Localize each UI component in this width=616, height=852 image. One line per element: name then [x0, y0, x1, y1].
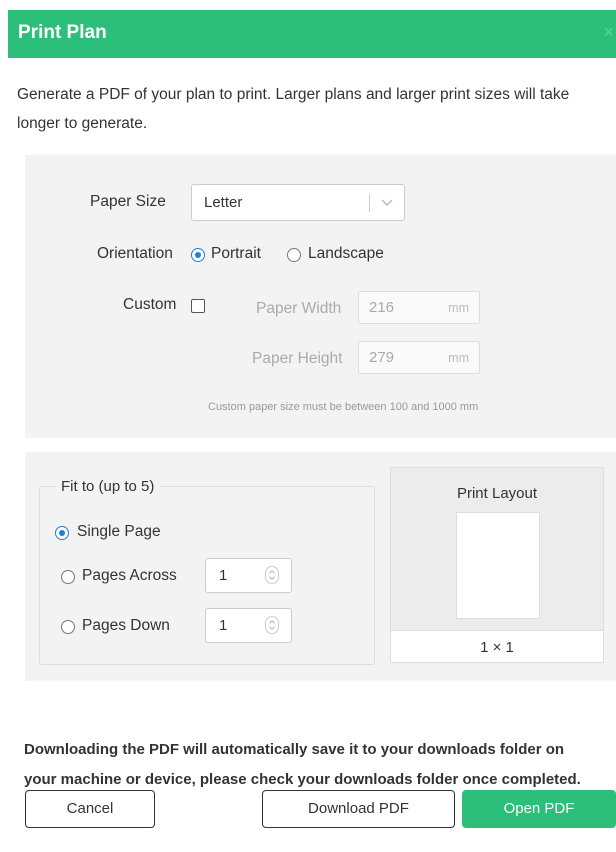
dialog-title: Print Plan [18, 22, 107, 43]
stepper-arrows-icon[interactable] [265, 566, 279, 584]
landscape-radio[interactable] [287, 248, 301, 262]
pages-down-radio[interactable] [61, 620, 75, 634]
paper-width-unit: mm [448, 301, 469, 315]
chevron-down-icon [381, 199, 393, 207]
paper-height-unit: mm [448, 351, 469, 365]
cancel-button[interactable]: Cancel [25, 790, 155, 828]
single-page-label[interactable]: Single Page [77, 523, 161, 541]
custom-label: Custom [123, 296, 177, 313]
paper-width-label: Paper Width [256, 300, 342, 317]
pages-across-stepper[interactable]: 1 [205, 558, 292, 593]
pages-across-radio[interactable] [61, 570, 75, 584]
select-separator [369, 194, 370, 212]
open-pdf-button[interactable]: Open PDF [462, 790, 616, 828]
paper-height-input[interactable]: 279 mm [358, 341, 480, 374]
paper-height-value: 279 [369, 349, 395, 366]
pages-down-label[interactable]: Pages Down [82, 617, 170, 635]
paper-size-select[interactable]: Letter [191, 184, 405, 221]
download-pdf-button[interactable]: Download PDF [262, 790, 455, 828]
paper-size-value: Letter [204, 194, 243, 211]
print-layout-grid-label: 1 × 1 [390, 630, 604, 663]
print-layout-title: Print Layout [456, 485, 538, 502]
paper-height-label: Paper Height [252, 350, 343, 367]
portrait-label[interactable]: Portrait [211, 245, 261, 263]
paper-size-hint: Custom paper size must be between 100 an… [208, 401, 479, 413]
paper-width-value: 216 [369, 299, 395, 316]
pages-across-value: 1 [219, 567, 228, 584]
pages-across-label[interactable]: Pages Across [82, 567, 177, 585]
close-icon[interactable]: × [603, 22, 614, 43]
pages-down-value: 1 [219, 617, 228, 634]
single-page-radio[interactable] [55, 526, 69, 540]
custom-checkbox[interactable] [191, 299, 205, 313]
dialog-header: Print Plan × [8, 10, 616, 58]
landscape-label[interactable]: Landscape [308, 245, 384, 263]
portrait-radio[interactable] [191, 248, 205, 262]
download-notice-line1: Downloading the PDF will automatically s… [24, 741, 565, 758]
pages-down-stepper[interactable]: 1 [205, 608, 292, 643]
paper-size-label: Paper Size [90, 193, 166, 210]
download-notice: Downloading the PDF will automatically s… [24, 735, 616, 795]
dialog-description: Generate a PDF of your plan to print. La… [17, 86, 570, 132]
orientation-label: Orientation [97, 245, 173, 262]
stepper-arrows-icon[interactable] [265, 616, 279, 634]
page-preview [456, 512, 540, 619]
fit-to-legend: Fit to (up to 5) [55, 478, 161, 495]
paper-width-input[interactable]: 216 mm [358, 291, 480, 324]
